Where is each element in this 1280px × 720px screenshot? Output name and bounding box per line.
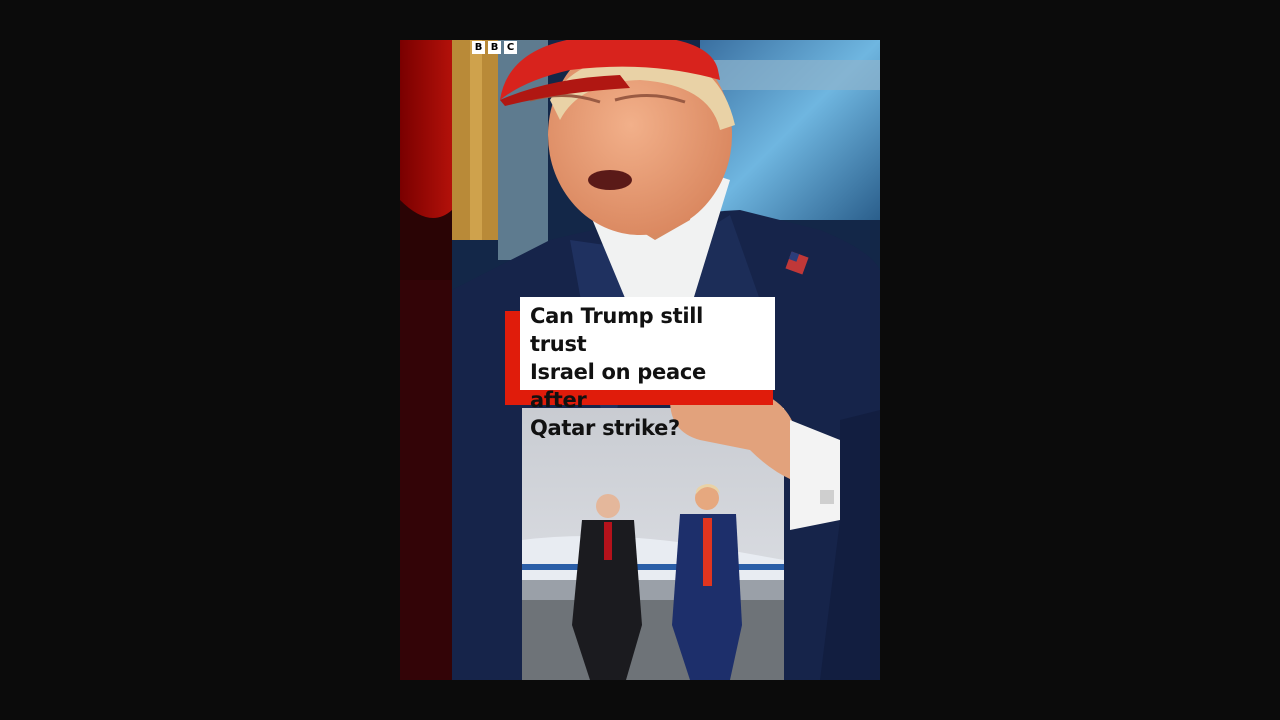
logo-letter: C	[504, 41, 517, 54]
headline-text: Can Trump still trust Israel on peace af…	[530, 304, 706, 440]
video-frame[interactable]: B B C Can Trump still trust Israel on pe…	[400, 40, 880, 680]
bbc-logo: B B C	[472, 41, 517, 54]
logo-letter: B	[488, 41, 501, 54]
caption-box: Can Trump still trust Israel on peace af…	[520, 297, 775, 440]
logo-letter: B	[472, 41, 485, 54]
